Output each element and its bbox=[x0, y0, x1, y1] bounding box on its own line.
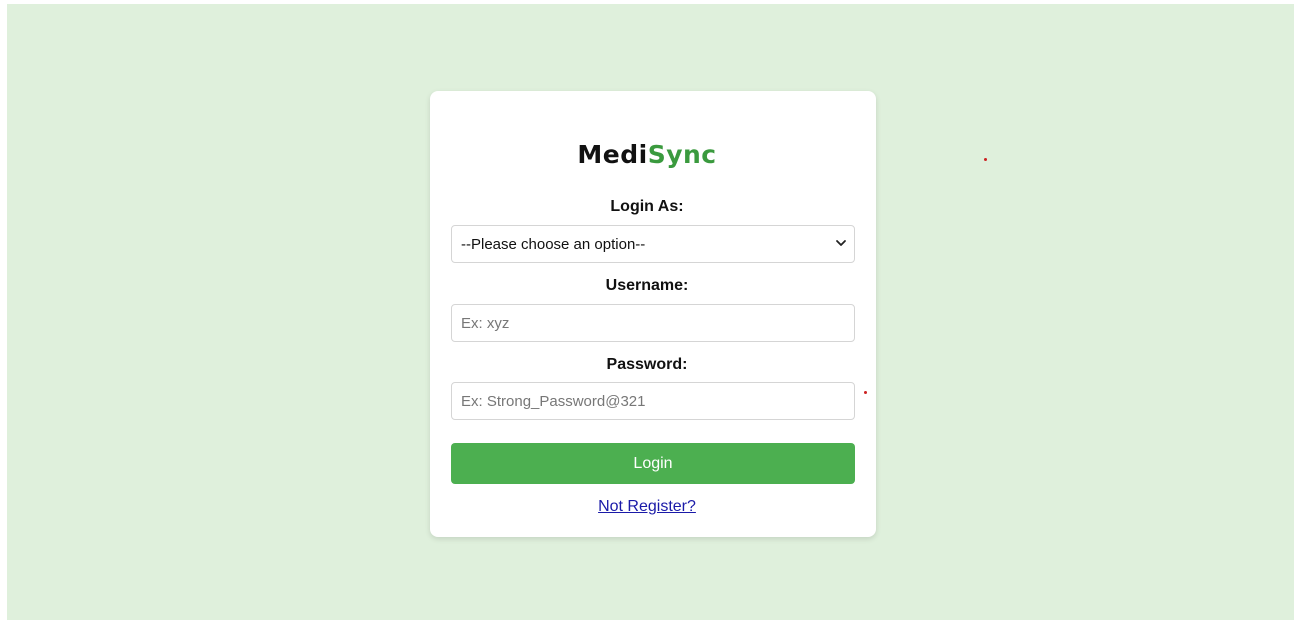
login-as-label: Login As: bbox=[610, 198, 684, 215]
not-register-link[interactable]: Not Register? bbox=[598, 498, 696, 515]
username-label: Username: bbox=[605, 277, 689, 294]
role-select-value: --Please choose an option-- bbox=[461, 235, 646, 253]
role-select[interactable]: --Please choose an option-- bbox=[451, 225, 855, 263]
password-required-marker bbox=[864, 391, 867, 394]
chevron-down-icon bbox=[836, 240, 846, 246]
stray-marker-dot bbox=[984, 158, 987, 161]
username-input[interactable] bbox=[451, 304, 855, 342]
brand-accent: Sync bbox=[647, 140, 717, 169]
login-button[interactable]: Login bbox=[451, 443, 855, 484]
app-logo: MediSync bbox=[0, 140, 1294, 169]
brand-prefix: Medi bbox=[577, 140, 648, 169]
register-link-row: Not Register? bbox=[0, 498, 1294, 516]
password-input[interactable] bbox=[451, 382, 855, 420]
password-label: Password: bbox=[606, 356, 688, 373]
